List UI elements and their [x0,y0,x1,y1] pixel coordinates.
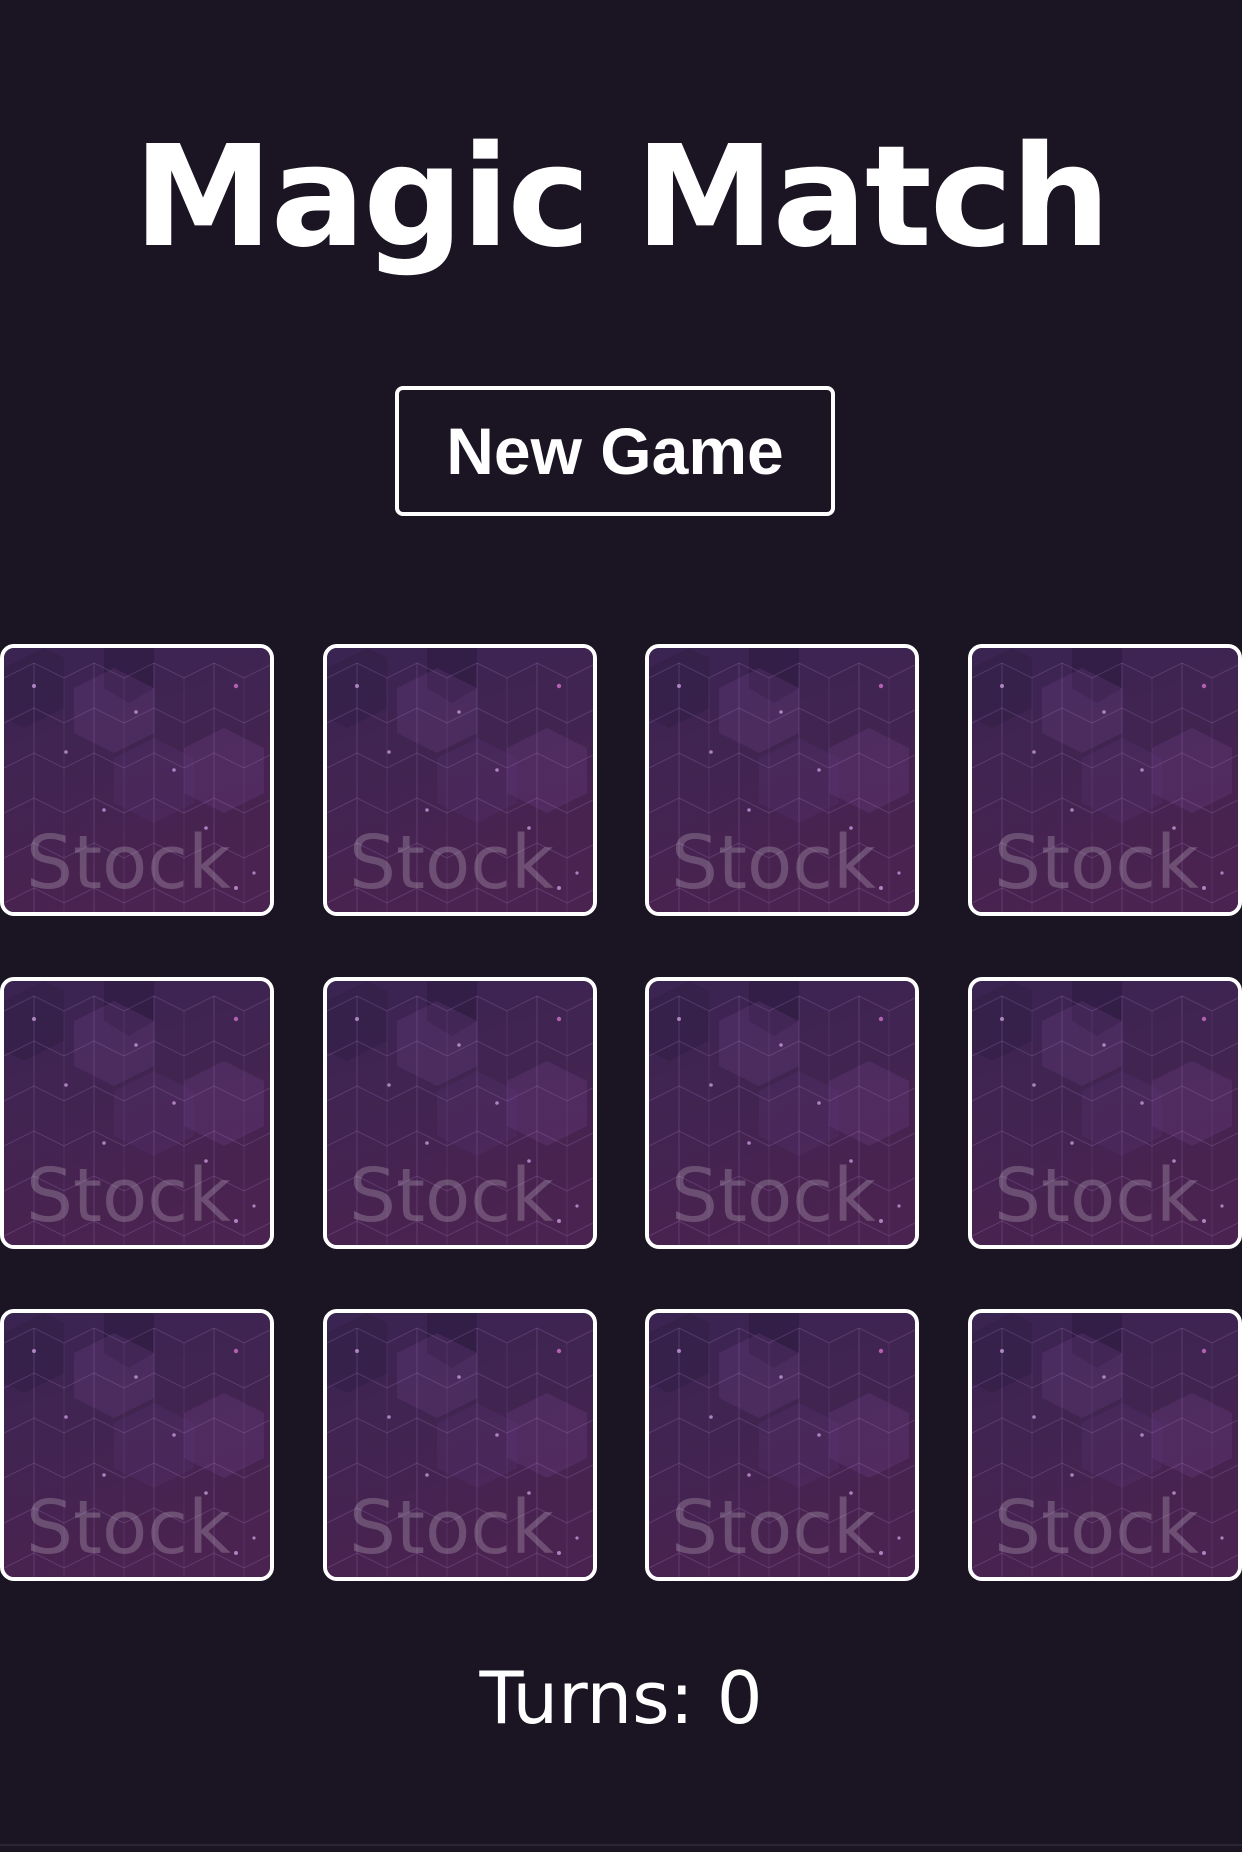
stock-watermark: Stock [994,1153,1199,1239]
turns-value: 0 [716,1656,763,1740]
card-back-pattern: Stock [327,1313,593,1577]
turns-counter: Turns: 0 [0,1650,1242,1746]
stock-watermark: Stock [671,1153,876,1239]
stock-watermark: Stock [671,1485,876,1571]
card-back-pattern: Stock [649,981,915,1245]
card-back-pattern: Stock [972,648,1238,912]
card-back[interactable]: Stock [968,977,1242,1249]
card-back-pattern: Stock [972,1313,1238,1577]
card-back-pattern: Stock [972,981,1238,1245]
page-title: Magic Match [133,116,1110,279]
stock-watermark: Stock [994,1485,1199,1571]
page-bottom-divider [0,1844,1242,1846]
card-back[interactable]: Stock [323,977,597,1249]
stock-watermark: Stock [671,820,876,906]
card-back-pattern: Stock [4,648,270,912]
turns-label: Turns: [479,1656,717,1740]
stock-watermark: Stock [26,820,231,906]
stock-watermark: Stock [349,1153,554,1239]
card-back[interactable]: Stock [0,644,274,916]
card-back[interactable]: Stock [323,1309,597,1581]
card-back-pattern: Stock [4,981,270,1245]
card-back[interactable]: Stock [323,644,597,916]
stock-watermark: Stock [26,1485,231,1571]
card-back[interactable]: Stock [645,1309,919,1581]
card-back-pattern: Stock [327,648,593,912]
stock-watermark: Stock [994,820,1199,906]
new-game-button[interactable]: New Game [395,386,835,516]
card-back-pattern: Stock [649,1313,915,1577]
card-back-pattern: Stock [4,1313,270,1577]
stock-watermark: Stock [349,1485,554,1571]
card-back[interactable]: Stock [645,644,919,916]
card-back[interactable]: Stock [0,977,274,1249]
card-back[interactable]: Stock [0,1309,274,1581]
stock-watermark: Stock [26,1153,231,1239]
card-back[interactable]: Stock [968,644,1242,916]
card-back-pattern: Stock [649,648,915,912]
card-back-pattern: Stock [327,981,593,1245]
card-grid: Stock Stock Stock Stock Stock Stock Stock Stock… [0,644,1242,1584]
card-back[interactable]: Stock [645,977,919,1249]
card-back[interactable]: Stock [968,1309,1242,1581]
stock-watermark: Stock [349,820,554,906]
